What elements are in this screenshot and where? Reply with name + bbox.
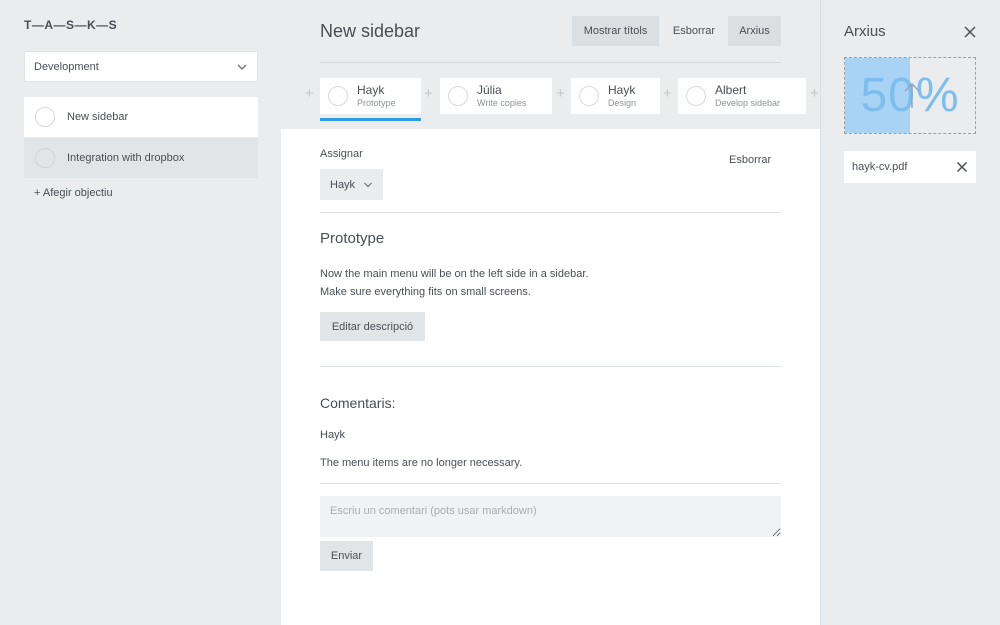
add-task-plus-icon[interactable]: + [305, 85, 314, 102]
add-task-plus-icon[interactable]: + [424, 85, 433, 102]
task-checkbox[interactable] [686, 86, 706, 106]
task-detail-title: Prototype [320, 230, 385, 247]
task-card[interactable]: Hayk Prototype [320, 78, 421, 114]
comment-author: Hayk [320, 429, 346, 441]
add-goal-link[interactable]: + Afegir objectiu [34, 187, 113, 199]
task-description-line: Make sure everything fits on small scree… [320, 286, 531, 298]
files-panel-title: Arxius [844, 23, 886, 40]
project-select[interactable]: Development [24, 51, 258, 82]
remove-file-icon[interactable] [956, 161, 968, 173]
task-title: Design [608, 98, 637, 108]
task-description-line: Now the main menu will be on the left si… [320, 268, 589, 280]
comments-heading: Comentaris: [320, 395, 396, 411]
goal-checkbox[interactable] [35, 148, 55, 168]
project-select-label: Development [34, 60, 99, 73]
close-icon[interactable] [963, 25, 977, 39]
goal-label: New sidebar [67, 111, 129, 123]
goal-label: Integration with dropbox [67, 152, 185, 164]
send-comment-button[interactable]: Enviar [320, 541, 373, 571]
section-divider [320, 483, 781, 484]
task-checkbox[interactable] [328, 86, 348, 106]
comment-text: The menu items are no longer necessary. [320, 457, 523, 469]
task-assignee: Júlia [477, 83, 502, 97]
app-logo: T—A—S—K—S [24, 18, 118, 32]
task-assignee: Hayk [608, 83, 636, 97]
task-card[interactable]: Hayk Design [571, 78, 660, 114]
file-upload-dropzone[interactable]: 50% [844, 57, 976, 134]
header-divider [320, 62, 781, 63]
chevron-down-icon [237, 64, 247, 70]
task-checkbox[interactable] [448, 86, 468, 106]
file-item[interactable]: hayk-cv.pdf [844, 151, 976, 183]
task-title: Write copies [477, 98, 527, 108]
goals-sidebar [0, 0, 281, 625]
task-card[interactable]: Júlia Write copies [440, 78, 552, 114]
file-name: hayk-cv.pdf [852, 161, 908, 173]
chevron-down-icon [364, 182, 372, 187]
files-button[interactable]: Arxius [728, 16, 781, 46]
section-divider [320, 366, 781, 367]
goal-item-integration-dropbox[interactable]: Integration with dropbox [24, 138, 258, 178]
task-checkbox[interactable] [579, 86, 599, 106]
edit-description-button[interactable]: Editar descripció [320, 312, 425, 341]
assignee-select[interactable]: Hayk [320, 169, 383, 200]
active-task-indicator [320, 118, 421, 121]
task-title: Develop sidebar [715, 98, 781, 108]
comment-input[interactable] [320, 496, 781, 537]
task-title: Prototype [357, 98, 396, 108]
task-assignee: Hayk [357, 83, 385, 97]
goal-checkbox[interactable] [35, 107, 55, 127]
assignee-label: Hayk [330, 178, 356, 191]
task-card[interactable]: Albert Develop sidebar [678, 78, 806, 114]
add-task-plus-icon[interactable]: + [556, 85, 565, 102]
goal-item-new-sidebar[interactable]: New sidebar [24, 97, 258, 137]
task-assignee: Albert [715, 83, 747, 97]
add-task-plus-icon[interactable]: + [810, 85, 819, 102]
delete-goal-button[interactable]: Esborrar [664, 16, 724, 46]
page-title: New sidebar [320, 21, 421, 41]
assign-label: Assignar [320, 148, 363, 160]
delete-task-button[interactable]: Esborrar [729, 154, 771, 166]
show-titles-button[interactable]: Mostrar títols [572, 16, 659, 46]
section-divider [320, 212, 781, 213]
upload-arrow-icon [904, 83, 920, 108]
add-task-plus-icon[interactable]: + [663, 85, 672, 102]
